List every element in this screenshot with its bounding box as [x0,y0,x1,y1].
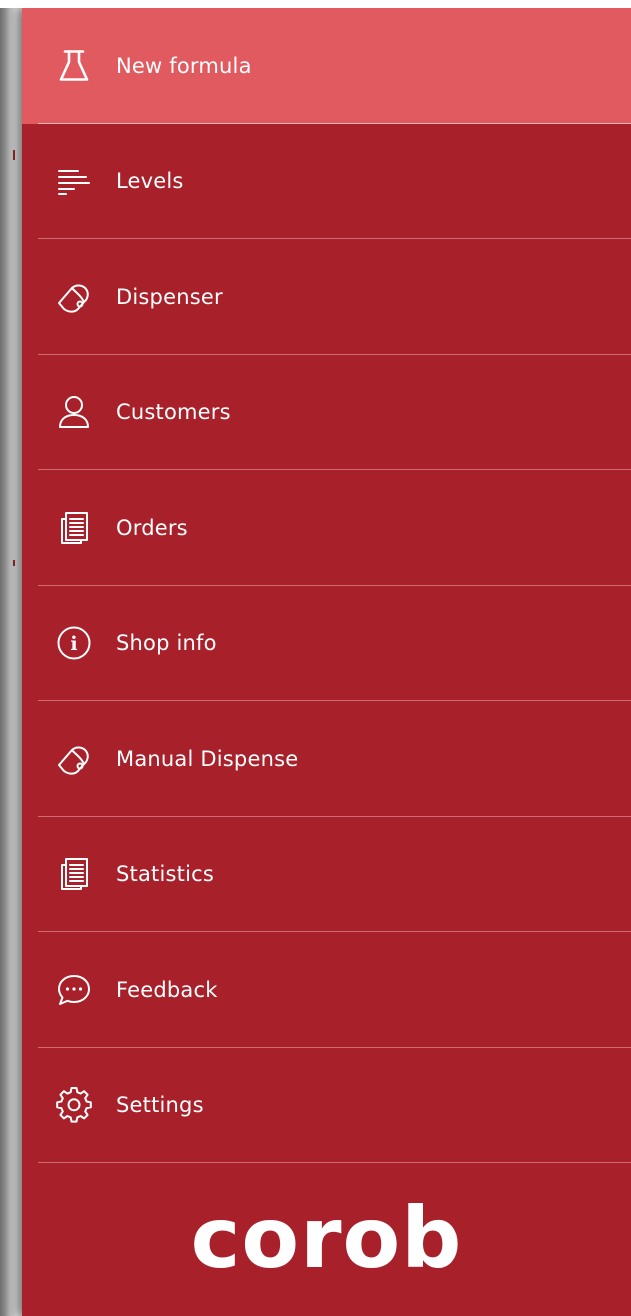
svg-text:i: i [70,633,77,655]
menu-item-shop-info[interactable]: i Shop info [22,586,631,702]
menu-item-label: Settings [116,1093,204,1118]
top-edge [0,0,631,8]
menu-item-feedback[interactable]: Feedback [22,932,631,1048]
menu-item-statistics[interactable]: Statistics [22,817,631,933]
menu-item-label: Levels [116,169,184,194]
menu-item-label: Shop info [116,631,217,656]
menu-item-new-formula[interactable]: New formula [22,8,631,124]
dispenser-icon [52,275,96,319]
levels-icon [52,159,96,203]
menu-item-customers[interactable]: Customers [22,355,631,471]
menu-item-orders[interactable]: Orders [22,470,631,586]
menu-item-label: Orders [116,515,188,540]
document-icon [52,852,96,896]
menu-item-levels[interactable]: Levels [22,124,631,240]
menu-item-label: Manual Dispense [116,746,299,771]
user-icon [52,390,96,434]
navigation-menu: New formula Levels Dispenser Customers O… [22,8,631,1163]
info-icon: i [52,621,96,665]
flask-icon [52,44,96,88]
menu-item-label: New formula [116,53,252,78]
menu-item-label: Statistics [116,862,214,887]
menu-item-manual-dispense[interactable]: Manual Dispense [22,701,631,817]
menu-item-settings[interactable]: Settings [22,1048,631,1164]
menu-item-label: Customers [116,400,231,425]
menu-item-label: Dispenser [116,284,223,309]
side-navigation-drawer: New formula Levels Dispenser Customers O… [22,8,631,1316]
menu-item-label: Feedback [116,977,218,1002]
corob-logo: corob [190,1189,463,1287]
dispenser-icon [52,737,96,781]
gear-icon [52,1083,96,1127]
menu-item-dispenser[interactable]: Dispenser [22,239,631,355]
chat-icon [52,968,96,1012]
brand-footer: corob [22,1183,631,1293]
document-icon [52,506,96,550]
background-window-edge [0,0,22,1316]
